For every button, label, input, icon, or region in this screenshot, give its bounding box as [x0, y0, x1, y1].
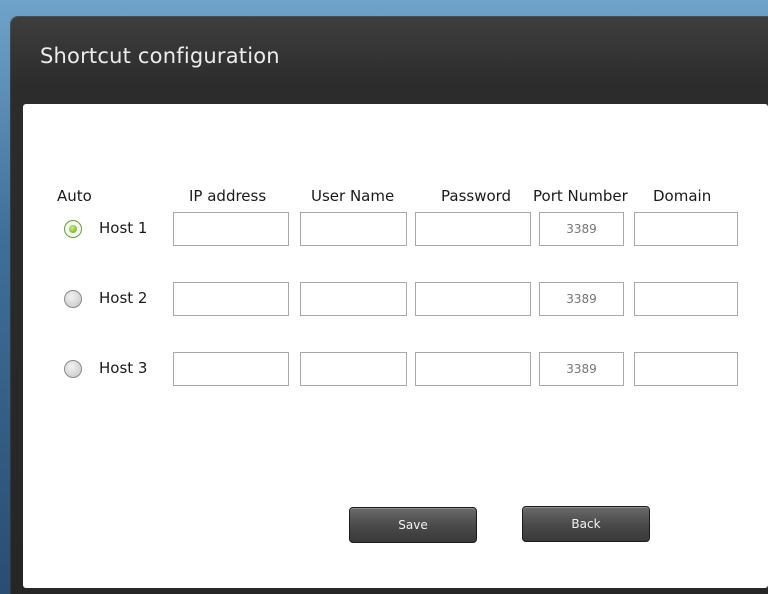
host-3-port-input[interactable] — [539, 352, 624, 386]
host-3-username-input[interactable] — [300, 352, 407, 386]
host-2-port-input[interactable] — [539, 282, 624, 316]
header-ip-address: IP address — [189, 187, 267, 205]
header-port-number: Port Number — [533, 187, 628, 205]
host-2-domain-input[interactable] — [634, 282, 738, 316]
host-2-username-input[interactable] — [300, 282, 407, 316]
host-1-username-input[interactable] — [300, 212, 407, 246]
host-2-radio[interactable] — [64, 290, 82, 308]
host-1-ip-input[interactable] — [173, 212, 289, 246]
host-1-radio[interactable] — [64, 220, 82, 238]
window-title: Shortcut configuration — [40, 44, 280, 68]
host-2-label: Host 2 — [99, 289, 148, 307]
host-1-password-input[interactable] — [415, 212, 531, 246]
host-1-port-input[interactable] — [539, 212, 624, 246]
save-button[interactable]: Save — [349, 507, 477, 543]
host-1-label: Host 1 — [99, 219, 148, 237]
host-2-ip-input[interactable] — [173, 282, 289, 316]
header-user-name: User Name — [311, 187, 395, 205]
config-panel: Auto IP address User Name Password Port … — [23, 104, 768, 588]
host-3-domain-input[interactable] — [634, 352, 738, 386]
header-auto: Auto — [57, 187, 92, 205]
host-3-radio[interactable] — [64, 360, 82, 378]
host-3-label: Host 3 — [99, 359, 148, 377]
header-password: Password — [441, 187, 512, 205]
host-3-password-input[interactable] — [415, 352, 531, 386]
header-domain: Domain — [653, 187, 712, 205]
back-button[interactable]: Back — [522, 506, 650, 542]
shortcut-config-window: Shortcut configuration Auto IP address U… — [10, 16, 768, 594]
host-3-ip-input[interactable] — [173, 352, 289, 386]
host-2-password-input[interactable] — [415, 282, 531, 316]
host-1-domain-input[interactable] — [634, 212, 738, 246]
